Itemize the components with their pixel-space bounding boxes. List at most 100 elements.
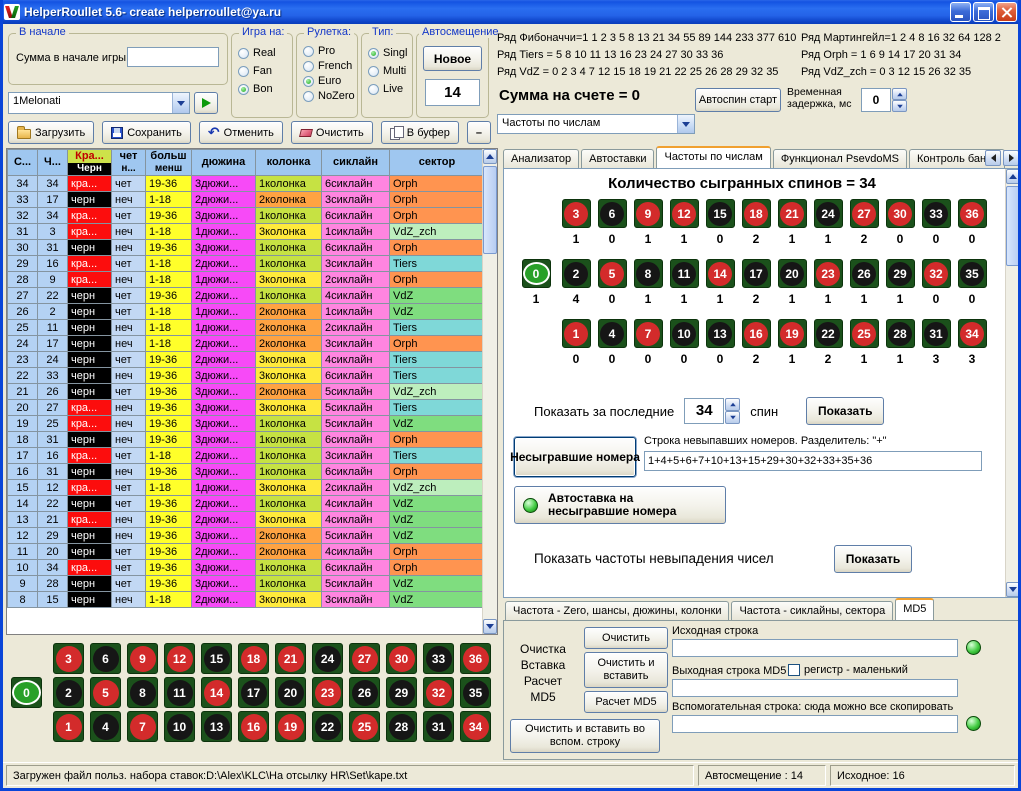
roulette-number-14[interactable]: 14 [708, 262, 732, 286]
radio-pro[interactable]: Pro [303, 45, 355, 57]
view-mode-combobox[interactable]: Частоты по числам [497, 114, 695, 134]
maximize-button[interactable] [973, 2, 994, 22]
roulette-number-4[interactable]: 4 [600, 322, 624, 346]
roulette-number-26[interactable]: 26 [352, 680, 378, 706]
radio-french[interactable]: French [303, 60, 355, 72]
roulette-number-17[interactable]: 17 [744, 262, 768, 286]
roulette-number-19[interactable]: 19 [278, 714, 304, 740]
save-button[interactable]: Сохранить [102, 121, 191, 144]
roulette-number-19[interactable]: 19 [780, 322, 804, 346]
roulette-number-7[interactable]: 7 [636, 322, 660, 346]
roulette-number-32[interactable]: 32 [924, 262, 948, 286]
radio-fan[interactable]: Fan [238, 65, 276, 77]
roulette-number-12[interactable]: 12 [672, 202, 696, 226]
autobet-not-played-button[interactable]: Автоставка на несыгравшие номера [514, 486, 726, 524]
copy-to-buffer-button[interactable]: В буфер [381, 121, 459, 144]
roulette-number-9[interactable]: 9 [636, 202, 660, 226]
roulette-number-3[interactable]: 3 [564, 202, 588, 226]
md5-calc-button[interactable]: Расчет MD5 [584, 691, 668, 713]
table-scrollbar[interactable] [482, 149, 497, 634]
panel-scrollbar[interactable] [1005, 169, 1020, 597]
roulette-number-29[interactable]: 29 [389, 680, 415, 706]
roulette-number-34[interactable]: 34 [463, 714, 489, 740]
roulette-number-10[interactable]: 10 [167, 714, 193, 740]
roulette-number-23[interactable]: 23 [816, 262, 840, 286]
spinner-up-button[interactable] [725, 398, 740, 411]
column-header[interactable]: сиклайн [322, 150, 390, 176]
table-row[interactable]: 1229черннеч19-363дюжи...2колонка5сиклайн… [8, 528, 485, 544]
roulette-number-29[interactable]: 29 [888, 262, 912, 286]
roulette-number-15[interactable]: 15 [708, 202, 732, 226]
last-spins-value[interactable]: 34 [684, 398, 724, 424]
table-row[interactable]: 3234кра...чет19-363дюжи...1колонка6сикла… [8, 208, 485, 224]
table-row[interactable]: 1925кра...неч19-363дюжи...1колонка5сикла… [8, 416, 485, 432]
tab-автоставки[interactable]: Автоставки [581, 149, 654, 168]
roulette-number-31[interactable]: 31 [924, 322, 948, 346]
table-row[interactable]: 815черннеч1-182дюжи...3колонка3сиклайнVd… [8, 592, 485, 608]
roulette-number-13[interactable]: 13 [204, 714, 230, 740]
roulette-number-16[interactable]: 16 [744, 322, 768, 346]
combobox-dropdown-button[interactable] [172, 93, 189, 113]
roulette-number-14[interactable]: 14 [204, 680, 230, 706]
table-row[interactable]: 1716кра...чет1-182дюжи...1колонка3сиклай… [8, 448, 485, 464]
roulette-number-5[interactable]: 5 [600, 262, 624, 286]
table-row[interactable]: 1321кра...неч19-362дюжи...3колонка4сикла… [8, 512, 485, 528]
table-row[interactable]: 3317черннеч1-182дюжи...2колонка3сиклайнO… [8, 192, 485, 208]
roulette-number-25[interactable]: 25 [852, 322, 876, 346]
roulette-number-34[interactable]: 34 [960, 322, 984, 346]
roulette-number-12[interactable]: 12 [167, 646, 193, 672]
table-row[interactable]: 262чернчет1-181дюжи...2колонка1сиклайнVd… [8, 304, 485, 320]
table-row[interactable]: 2417черннеч1-182дюжи...2колонка3сиклайнO… [8, 336, 485, 352]
scrollbar-thumb[interactable] [1006, 186, 1020, 266]
table-row[interactable]: 1422чернчет19-362дюжи...1колонка4сиклайн… [8, 496, 485, 512]
roulette-number-24[interactable]: 24 [816, 202, 840, 226]
md5-aux-input[interactable] [672, 715, 958, 733]
minimize-button[interactable] [950, 2, 971, 22]
roulette-number-33[interactable]: 33 [426, 646, 452, 672]
roulette-number-26[interactable]: 26 [852, 262, 876, 286]
show-last-button[interactable]: Показать [806, 397, 884, 425]
table-row[interactable]: 2233черннеч19-363дюжи...3колонка6сиклайн… [8, 368, 485, 384]
roulette-number-21[interactable]: 21 [780, 202, 804, 226]
start-sum-input[interactable] [127, 47, 219, 67]
spinner-down-button[interactable] [725, 411, 740, 424]
table-row[interactable]: 2324чернчет19-362дюжи...3колонка4сиклайн… [8, 352, 485, 368]
roulette-number-10[interactable]: 10 [672, 322, 696, 346]
table-row[interactable]: 1831черннеч19-363дюжи...1колонка6сиклайн… [8, 432, 485, 448]
table-row[interactable]: 2916кра...чет1-182дюжи...1колонка3сиклай… [8, 256, 485, 272]
roulette-number-20[interactable]: 20 [780, 262, 804, 286]
roulette-number-11[interactable]: 11 [672, 262, 696, 286]
roulette-number-7[interactable]: 7 [130, 714, 156, 740]
preset-combobox[interactable]: 1Melonati [8, 92, 190, 114]
md5-clear-paste-button[interactable]: Очистить и вставить [584, 652, 668, 688]
scroll-down-button[interactable] [483, 619, 497, 634]
roulette-number-35[interactable]: 35 [960, 262, 984, 286]
clear-button[interactable]: Очистить [291, 121, 373, 144]
radio-nozero[interactable]: NoZero [303, 90, 355, 102]
roulette-number-8[interactable]: 8 [130, 680, 156, 706]
roulette-number-13[interactable]: 13 [708, 322, 732, 346]
roulette-number-28[interactable]: 28 [389, 714, 415, 740]
tab-scroll-left-button[interactable] [985, 150, 1001, 166]
table-row[interactable]: 928чернчет19-363дюжи...1колонка5сиклайнV… [8, 576, 485, 592]
table-row[interactable]: 1120чернчет19-362дюжи...2колонка4сиклайн… [8, 544, 485, 560]
not-played-numbers-button[interactable]: Несыгравшие номера [514, 437, 636, 477]
table-row[interactable]: 2722чернчет19-362дюжи...1колонка4сиклайн… [8, 288, 485, 304]
table-row[interactable]: 1631черннеч19-363дюжи...1колонка6сиклайн… [8, 464, 485, 480]
column-header[interactable]: Кра...Черн [68, 150, 112, 176]
roulette-number-15[interactable]: 15 [204, 646, 230, 672]
md5-source-input[interactable] [672, 639, 958, 657]
roulette-number-3[interactable]: 3 [56, 646, 82, 672]
roulette-number-18[interactable]: 18 [744, 202, 768, 226]
roulette-number-1[interactable]: 1 [56, 714, 82, 740]
scrollbar-thumb[interactable] [483, 166, 497, 254]
table-row[interactable]: 1512кра...чет1-181дюжи...3колонка2сиклай… [8, 480, 485, 496]
tab-анализатор[interactable]: Анализатор [503, 149, 579, 168]
table-row[interactable]: 3434кра...чет19-363дюжи...1колонка6сикла… [8, 176, 485, 192]
md5-aux-go-button[interactable] [966, 716, 981, 731]
roulette-number-30[interactable]: 30 [888, 202, 912, 226]
column-header[interactable]: дюжина [192, 150, 256, 176]
md5-source-go-button[interactable] [966, 640, 981, 655]
roulette-zero[interactable]: 0 [523, 262, 550, 285]
column-header[interactable]: колонка [256, 150, 322, 176]
